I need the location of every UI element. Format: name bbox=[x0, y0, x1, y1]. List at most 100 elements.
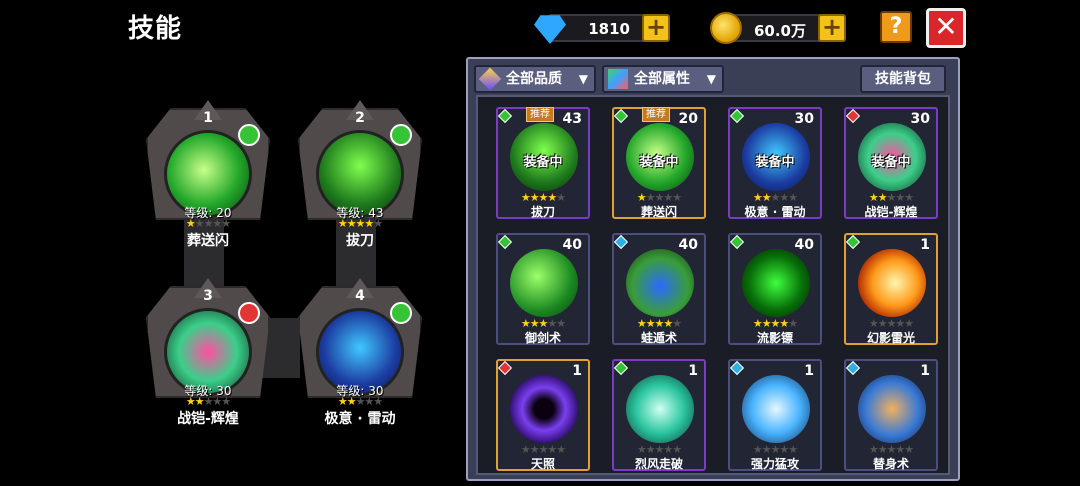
skill-name: 战铠-辉煌 bbox=[864, 205, 918, 219]
wind-element-icon bbox=[497, 108, 513, 124]
shuriken-skill-icon bbox=[742, 249, 810, 317]
equipped-label: 装备中 bbox=[523, 155, 563, 170]
close-button[interactable]: ✕ bbox=[926, 8, 966, 48]
skill-name: 烈风走破 bbox=[634, 457, 683, 471]
equip-slot-4[interactable]: 4 等级: 30 ★★★★★ 极意 · 雷动 bbox=[298, 278, 422, 427]
skill-count: 40 bbox=[794, 237, 814, 253]
skill-count: 40 bbox=[562, 237, 582, 253]
skill-name: 流影镖 bbox=[756, 331, 793, 345]
skill-name: 强力猛攻 bbox=[750, 457, 799, 471]
wind-element-icon bbox=[729, 108, 745, 124]
skill-card[interactable]: 推荐 20 装备中 ★★★★★ 葬送闪 bbox=[612, 107, 706, 219]
skill-count: 1 bbox=[804, 363, 814, 379]
ice-strike-skill-icon bbox=[742, 375, 810, 443]
skill-card[interactable]: 40 ★★★★★ 流影镖 bbox=[728, 233, 822, 345]
quality-filter-dropdown[interactable]: 全部品质 ▼ bbox=[474, 65, 596, 93]
add-coins-button[interactable]: + bbox=[818, 14, 846, 42]
skill-grid: 推荐 43 装备中 ★★★★★ 拔刀 推荐 20 装备中 ★★★★★ 葬送闪 3… bbox=[476, 95, 950, 475]
skill-card[interactable]: 推荐 43 装备中 ★★★★★ 拔刀 bbox=[496, 107, 590, 219]
flying-sword-skill-icon bbox=[510, 249, 578, 317]
slot-skill-name: 拔刀 bbox=[346, 233, 374, 249]
skill-bag-button[interactable]: 技能背包 bbox=[860, 65, 946, 93]
wind-element-icon bbox=[729, 234, 745, 250]
skill-card[interactable]: 30 装备中 ★★★★★ 战铠-辉煌 bbox=[844, 107, 938, 219]
equip-slot-2[interactable]: 2 等级: 43 ★★★★★ 拔刀 bbox=[298, 100, 422, 249]
chevron-down-icon: ▼ bbox=[706, 72, 716, 86]
add-gems-button[interactable]: + bbox=[642, 14, 670, 42]
quality-filter-label: 全部品质 bbox=[506, 71, 562, 87]
gem-icon bbox=[534, 15, 566, 44]
recommended-badge: 推荐 bbox=[642, 107, 670, 122]
recommended-badge: 推荐 bbox=[526, 107, 554, 122]
equip-slot-3[interactable]: 3 等级: 30 ★★★★★ 战铠-辉煌 bbox=[146, 278, 270, 427]
skill-count: 20 bbox=[678, 111, 698, 127]
water-element-icon bbox=[729, 360, 745, 376]
fireball-skill-icon bbox=[858, 249, 926, 317]
wind-element-icon bbox=[845, 234, 861, 250]
skill-count: 1 bbox=[920, 237, 930, 253]
skill-name: 葬送闪 bbox=[640, 205, 677, 219]
wind-element-icon bbox=[238, 124, 260, 146]
wind-element-icon bbox=[613, 360, 629, 376]
skill-name: 天照 bbox=[530, 457, 555, 471]
skill-card[interactable]: 1 ★★★★★ 强力猛攻 bbox=[728, 359, 822, 471]
skill-count: 1 bbox=[920, 363, 930, 379]
skill-card[interactable]: 40 ★★★★★ 御剑术 bbox=[496, 233, 590, 345]
coin-counter: 60.0万 + bbox=[710, 12, 846, 44]
slot-stars: ★★★★★ bbox=[185, 395, 231, 408]
gem-value: 1810 bbox=[588, 20, 630, 38]
skill-card[interactable]: 30 装备中 ★★★★★ 极意 · 雷动 bbox=[728, 107, 822, 219]
water-element-icon bbox=[613, 234, 629, 250]
skill-inventory-panel: 全部品质 ▼ 全部属性 ▼ 技能背包 推荐 43 装备中 ★★★★★ 拔刀 推荐… bbox=[466, 57, 960, 481]
slot-stars: ★★★★★ bbox=[185, 217, 231, 230]
equipped-label: 装备中 bbox=[871, 155, 911, 170]
skill-count: 30 bbox=[794, 111, 814, 127]
attribute-icon bbox=[608, 69, 628, 89]
skill-card[interactable]: 1 ★★★★★ 幻影雷光 bbox=[844, 233, 938, 345]
equip-slot-1[interactable]: 1 等级: 20 ★★★★★ 葬送闪 bbox=[146, 100, 270, 249]
skill-name: 极意 · 雷动 bbox=[744, 205, 806, 219]
skill-card[interactable]: 1 ★★★★★ 烈风走破 bbox=[612, 359, 706, 471]
help-button[interactable]: ? bbox=[880, 11, 912, 43]
attribute-filter-label: 全部属性 bbox=[634, 71, 690, 87]
fire-element-icon bbox=[845, 108, 861, 124]
fire-element-icon bbox=[497, 360, 513, 376]
equipped-label: 装备中 bbox=[639, 155, 679, 170]
coin-icon bbox=[710, 12, 742, 44]
water-element-icon bbox=[845, 360, 861, 376]
frog-skill-icon bbox=[626, 249, 694, 317]
whirlwind-skill-icon bbox=[626, 375, 694, 443]
gem-counter: 1810 + bbox=[534, 14, 670, 44]
equipped-label: 装备中 bbox=[755, 155, 795, 170]
wind-element-icon bbox=[390, 302, 412, 324]
wind-element-icon bbox=[613, 108, 629, 124]
skill-count: 1 bbox=[688, 363, 698, 379]
slot-stars: ★★★★★ bbox=[337, 395, 383, 408]
skill-card[interactable]: 1 ★★★★★ 天照 bbox=[496, 359, 590, 471]
skill-name: 替身术 bbox=[872, 457, 909, 471]
slot-stars: ★★★★★ bbox=[337, 217, 383, 230]
slot-skill-name: 极意 · 雷动 bbox=[324, 411, 396, 427]
eclipse-skill-icon bbox=[510, 375, 578, 443]
skill-count: 43 bbox=[562, 111, 582, 127]
skill-count: 1 bbox=[572, 363, 582, 379]
quality-icon bbox=[478, 67, 502, 91]
substitute-skill-icon bbox=[858, 375, 926, 443]
page-title: 技能 bbox=[128, 14, 183, 44]
skill-count: 40 bbox=[678, 237, 698, 253]
fire-element-icon bbox=[238, 302, 260, 324]
skill-name: 蛙遁术 bbox=[640, 331, 677, 345]
skill-name: 拔刀 bbox=[530, 205, 555, 219]
wind-element-icon bbox=[497, 234, 513, 250]
attribute-filter-dropdown[interactable]: 全部属性 ▼ bbox=[602, 65, 724, 93]
skill-name: 幻影雷光 bbox=[866, 331, 915, 345]
chevron-down-icon: ▼ bbox=[578, 72, 588, 86]
coin-value: 60.0万 bbox=[753, 22, 806, 40]
skill-card[interactable]: 1 ★★★★★ 替身术 bbox=[844, 359, 938, 471]
slot-skill-name: 葬送闪 bbox=[187, 233, 229, 249]
skill-name: 御剑术 bbox=[524, 331, 561, 345]
skill-card[interactable]: 40 ★★★★★ 蛙遁术 bbox=[612, 233, 706, 345]
wind-element-icon bbox=[390, 124, 412, 146]
skill-count: 30 bbox=[910, 111, 930, 127]
slot-skill-name: 战铠-辉煌 bbox=[177, 411, 239, 427]
